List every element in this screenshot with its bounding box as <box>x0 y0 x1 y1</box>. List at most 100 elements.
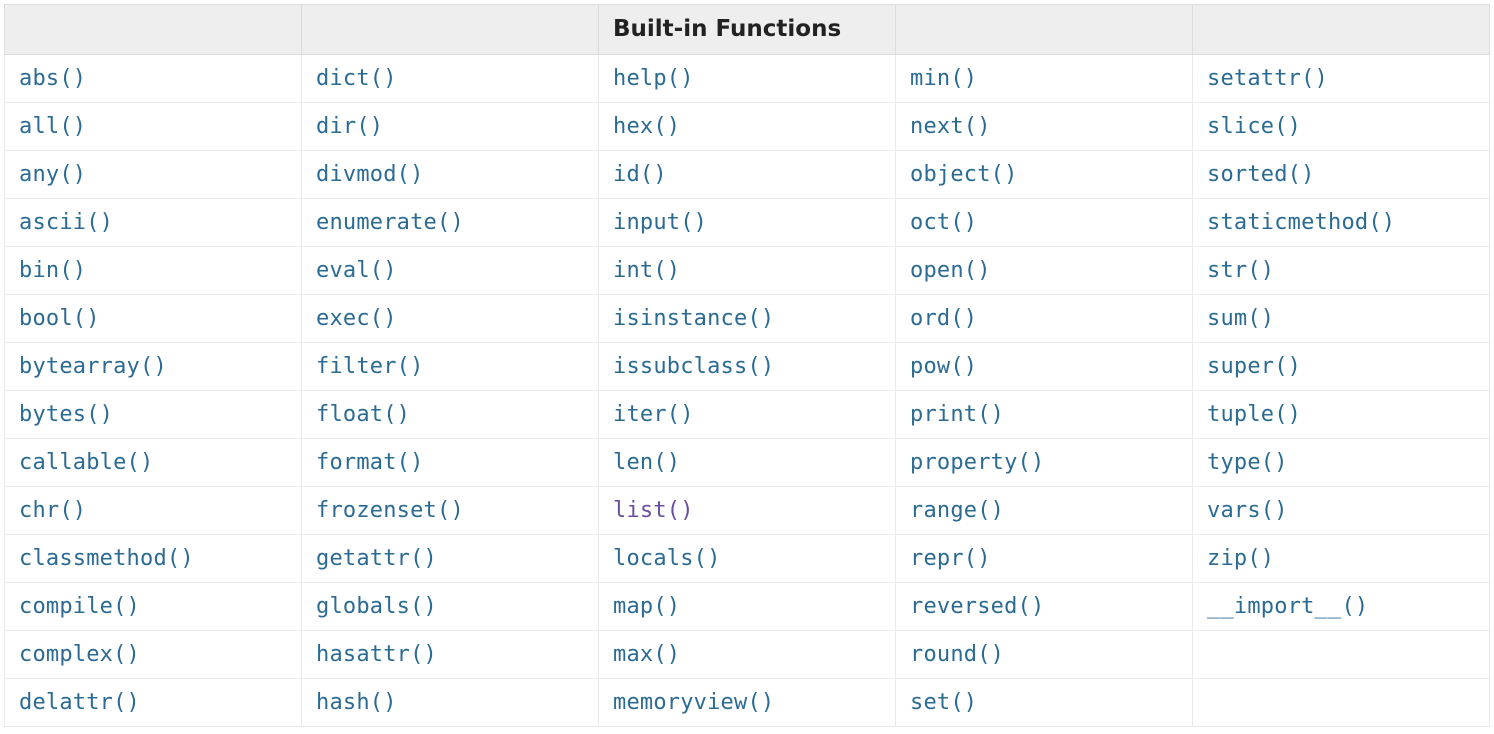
function-link[interactable]: compile() <box>19 594 140 619</box>
function-link[interactable]: super() <box>1207 354 1301 379</box>
function-link[interactable]: type() <box>1207 450 1288 475</box>
table-cell <box>1193 631 1490 679</box>
function-link[interactable]: globals() <box>316 594 437 619</box>
function-link[interactable]: help() <box>613 66 694 91</box>
function-link[interactable]: int() <box>613 258 680 283</box>
table-cell: dict() <box>302 55 599 103</box>
table-cell: bin() <box>5 247 302 295</box>
function-link[interactable]: open() <box>910 258 991 283</box>
function-link[interactable]: input() <box>613 210 707 235</box>
table-cell: print() <box>896 391 1193 439</box>
function-link[interactable]: frozenset() <box>316 498 464 523</box>
function-link[interactable]: issubclass() <box>613 354 774 379</box>
function-link[interactable]: filter() <box>316 354 424 379</box>
function-link[interactable]: next() <box>910 114 991 139</box>
function-link[interactable]: hasattr() <box>316 642 437 667</box>
function-link[interactable]: bin() <box>19 258 86 283</box>
function-link[interactable]: tuple() <box>1207 402 1301 427</box>
table-header-row: Built-in Functions <box>5 5 1490 55</box>
function-link[interactable]: property() <box>910 450 1044 475</box>
table-cell: bytes() <box>5 391 302 439</box>
function-link[interactable]: len() <box>613 450 680 475</box>
function-link[interactable]: id() <box>613 162 667 187</box>
table-cell: sorted() <box>1193 151 1490 199</box>
function-link[interactable]: exec() <box>316 306 397 331</box>
function-link[interactable]: sorted() <box>1207 162 1315 187</box>
function-link[interactable]: ascii() <box>19 210 113 235</box>
function-link[interactable]: eval() <box>316 258 397 283</box>
function-link[interactable]: vars() <box>1207 498 1288 523</box>
function-link[interactable]: getattr() <box>316 546 437 571</box>
function-link[interactable]: memoryview() <box>613 690 774 715</box>
function-link[interactable]: bytes() <box>19 402 113 427</box>
table-cell: zip() <box>1193 535 1490 583</box>
function-link[interactable]: complex() <box>19 642 140 667</box>
function-link[interactable]: divmod() <box>316 162 424 187</box>
function-link[interactable]: bool() <box>19 306 100 331</box>
function-link[interactable]: hash() <box>316 690 397 715</box>
function-link[interactable]: slice() <box>1207 114 1301 139</box>
function-link[interactable]: dir() <box>316 114 383 139</box>
function-link[interactable]: ord() <box>910 306 977 331</box>
function-link[interactable]: locals() <box>613 546 721 571</box>
function-link[interactable]: enumerate() <box>316 210 464 235</box>
function-link[interactable]: object() <box>910 162 1018 187</box>
function-link[interactable]: __import__() <box>1207 594 1368 619</box>
function-link[interactable]: setattr() <box>1207 66 1328 91</box>
function-link[interactable]: callable() <box>19 450 153 475</box>
function-link[interactable]: float() <box>316 402 410 427</box>
function-link[interactable]: list() <box>613 498 694 523</box>
table-row: bytes() float() iter() print() tuple() <box>5 391 1490 439</box>
function-link[interactable]: chr() <box>19 498 86 523</box>
function-link[interactable]: any() <box>19 162 86 187</box>
function-link[interactable]: delattr() <box>19 690 140 715</box>
function-link[interactable]: iter() <box>613 402 694 427</box>
function-link[interactable]: bytearray() <box>19 354 167 379</box>
function-link[interactable]: print() <box>910 402 1004 427</box>
function-link[interactable]: all() <box>19 114 86 139</box>
function-link[interactable]: oct() <box>910 210 977 235</box>
col-header <box>5 5 302 55</box>
table-cell: callable() <box>5 439 302 487</box>
function-link[interactable]: format() <box>316 450 424 475</box>
function-link[interactable]: zip() <box>1207 546 1274 571</box>
function-link[interactable]: classmethod() <box>19 546 194 571</box>
function-link[interactable]: set() <box>910 690 977 715</box>
table-cell: oct() <box>896 199 1193 247</box>
function-link[interactable]: str() <box>1207 258 1274 283</box>
table-cell: iter() <box>599 391 896 439</box>
table-header: Built-in Functions <box>5 5 1490 55</box>
function-link[interactable]: round() <box>910 642 1004 667</box>
function-link[interactable]: staticmethod() <box>1207 210 1395 235</box>
function-link[interactable]: min() <box>910 66 977 91</box>
function-link[interactable]: isinstance() <box>613 306 774 331</box>
function-link[interactable]: map() <box>613 594 680 619</box>
table-row: complex() hasattr() max() round() <box>5 631 1490 679</box>
table-cell: range() <box>896 487 1193 535</box>
table-cell: len() <box>599 439 896 487</box>
function-link[interactable]: range() <box>910 498 1004 523</box>
function-link[interactable]: max() <box>613 642 680 667</box>
function-link[interactable]: reversed() <box>910 594 1044 619</box>
table-cell: any() <box>5 151 302 199</box>
table-cell: list() <box>599 487 896 535</box>
table-cell: next() <box>896 103 1193 151</box>
table-cell: bytearray() <box>5 343 302 391</box>
table-cell: frozenset() <box>302 487 599 535</box>
function-link[interactable]: pow() <box>910 354 977 379</box>
table-body: abs() dict() help() min() setattr() all() dir(… <box>5 55 1490 727</box>
table-cell: complex() <box>5 631 302 679</box>
function-link[interactable]: dict() <box>316 66 397 91</box>
table-cell: abs() <box>5 55 302 103</box>
function-link[interactable]: sum() <box>1207 306 1274 331</box>
table-cell: bool() <box>5 295 302 343</box>
table-cell: set() <box>896 679 1193 727</box>
table-cell: dir() <box>302 103 599 151</box>
function-link[interactable]: repr() <box>910 546 991 571</box>
function-link[interactable]: hex() <box>613 114 680 139</box>
table-cell: max() <box>599 631 896 679</box>
table-cell: memoryview() <box>599 679 896 727</box>
table-row: bool() exec() isinstance() ord() sum() <box>5 295 1490 343</box>
table-cell: locals() <box>599 535 896 583</box>
function-link[interactable]: abs() <box>19 66 86 91</box>
